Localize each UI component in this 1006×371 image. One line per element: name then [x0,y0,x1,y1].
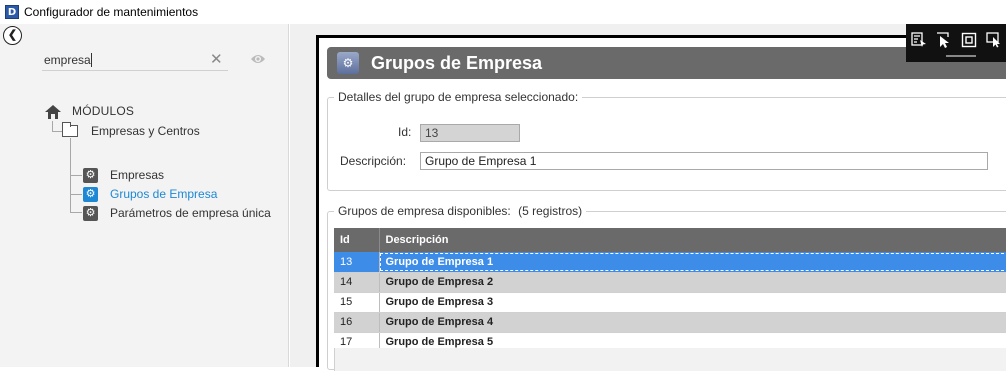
cursor-window-icon[interactable] [981,30,1006,50]
table-empty-area [334,348,1006,371]
content-frame: ⚙ Grupos de Empresa Detalles del grupo d… [316,35,1006,371]
search-box: ✕ [42,49,228,71]
groups-table: Id Descripción 13 Grupo de Empresa 1 14 … [334,228,1006,353]
tree-root-label[interactable]: MÓDULOS [72,104,134,118]
cell-id: 13 [334,252,380,273]
tree-connector [52,131,62,132]
details-legend: Detalles del grupo de empresa selecciona… [334,90,583,104]
table-header-row: Id Descripción [334,228,1006,252]
drag-handle[interactable] [946,55,976,57]
chevron-left-icon: ❮ [7,29,18,41]
folder-icon [62,122,78,137]
tree-folder-label[interactable]: Empresas y Centros [91,124,200,138]
title-bar: D Configurador de mantenimientos [0,0,1006,24]
window-title: Configurador de mantenimientos [24,5,199,19]
list-legend-label: Grupos de empresa disponibles: [338,204,511,218]
table-row[interactable]: 13 Grupo de Empresa 1 [334,252,1006,273]
record-count: (5 registros) [518,204,583,218]
list-legend: Grupos de empresa disponibles: (5 regist… [334,204,587,218]
text-caret [91,53,92,67]
table-row[interactable]: 14 Grupo de Empresa 2 [334,272,1006,293]
tree-item-empresas[interactable]: Empresas [110,168,164,182]
details-group: Detalles del grupo de empresa selecciona… [327,90,1006,191]
cell-description: Grupo de Empresa 1 [379,252,1006,273]
tree-connector [70,212,82,213]
description-label: Descripción: [340,154,407,168]
home-icon [45,105,61,119]
list-group: Grupos de empresa disponibles: (5 regist… [327,204,1006,371]
sidebar: ❮ ✕ MÓDULOS Empresas y Centros ⚙ [0,24,289,367]
description-field[interactable]: Grupo de Empresa 1 [420,152,988,170]
page-title: Grupos de Empresa [371,52,543,73]
cell-id: 16 [334,312,380,333]
id-label: Id: [398,125,412,139]
close-icon[interactable]: ✕ [210,50,223,70]
tree-connector [70,194,82,195]
tree-item-parametros-empresa-unica[interactable]: Parámetros de empresa única [110,206,271,220]
cell-description: Grupo de Empresa 2 [379,272,1006,293]
cell-description: Grupo de Empresa 3 [379,292,1006,313]
id-field: 13 [420,124,520,142]
table-row[interactable]: 15 Grupo de Empresa 3 [334,292,1006,313]
floating-toolbar [906,24,1006,62]
cell-id: 15 [334,292,380,313]
select-element-icon[interactable] [906,30,931,50]
pointer-select-icon[interactable] [931,30,956,50]
app-window: D Configurador de mantenimientos ❮ ✕ MÓD… [0,0,1006,371]
page-header: ⚙ Grupos de Empresa [327,47,1006,79]
gear-icon: ⚙ [83,206,98,221]
cell-description: Grupo de Empresa 4 [379,312,1006,333]
column-header-description[interactable]: Descripción [379,228,1006,252]
search-input[interactable] [44,51,194,69]
column-header-id[interactable]: Id [334,228,380,252]
app-icon: D [5,5,19,19]
focus-frame-icon[interactable] [956,30,981,50]
tree-item-grupos-de-empresa[interactable]: Grupos de Empresa [110,187,217,201]
tree-connector [70,175,82,176]
eye-icon[interactable] [250,52,266,66]
database-settings-icon: ⚙ [337,52,359,74]
table-row[interactable]: 16 Grupo de Empresa 4 [334,312,1006,333]
back-button[interactable]: ❮ [3,26,22,45]
gear-icon: ⚙ [83,168,98,183]
cell-id: 14 [334,272,380,293]
main-panel: ⚙ Grupos de Empresa Detalles del grupo d… [290,24,1006,371]
gear-icon: ⚙ [83,187,98,202]
